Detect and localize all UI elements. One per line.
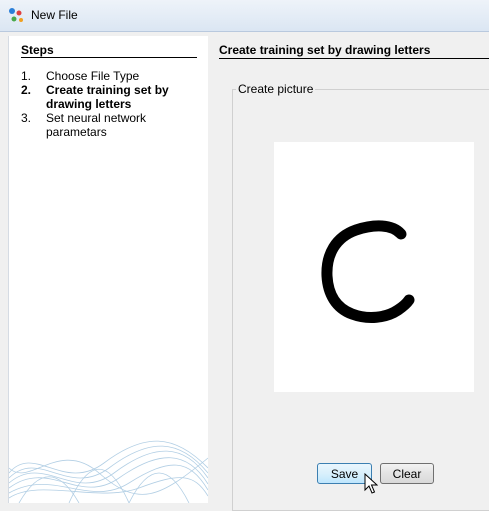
step-label: Choose File Type (46, 69, 140, 83)
page-title-divider (219, 58, 489, 59)
app-icon (9, 8, 23, 22)
drawn-letter-stroke (321, 220, 415, 323)
group-label: Create picture (236, 82, 316, 96)
steps-heading: Steps (21, 43, 54, 57)
step-number: 2. (21, 83, 32, 97)
decorative-waves (9, 440, 208, 503)
window-title: New File (31, 8, 78, 22)
steps-panel: Steps 1. Choose File Type 2. Create trai… (8, 36, 208, 503)
step-number: 3. (21, 111, 32, 125)
drawing-canvas[interactable] (274, 142, 474, 392)
step-label: Set neural network parametars (46, 111, 147, 139)
page-title: Create training set by drawing letters (219, 43, 431, 57)
title-bar[interactable]: New File (0, 0, 489, 32)
mouse-pointer-icon (364, 473, 378, 494)
clear-button[interactable]: Clear (380, 463, 434, 484)
step-label: Create training set by drawing letters (46, 83, 169, 111)
steps-divider (21, 57, 197, 58)
step-number: 1. (21, 69, 32, 83)
